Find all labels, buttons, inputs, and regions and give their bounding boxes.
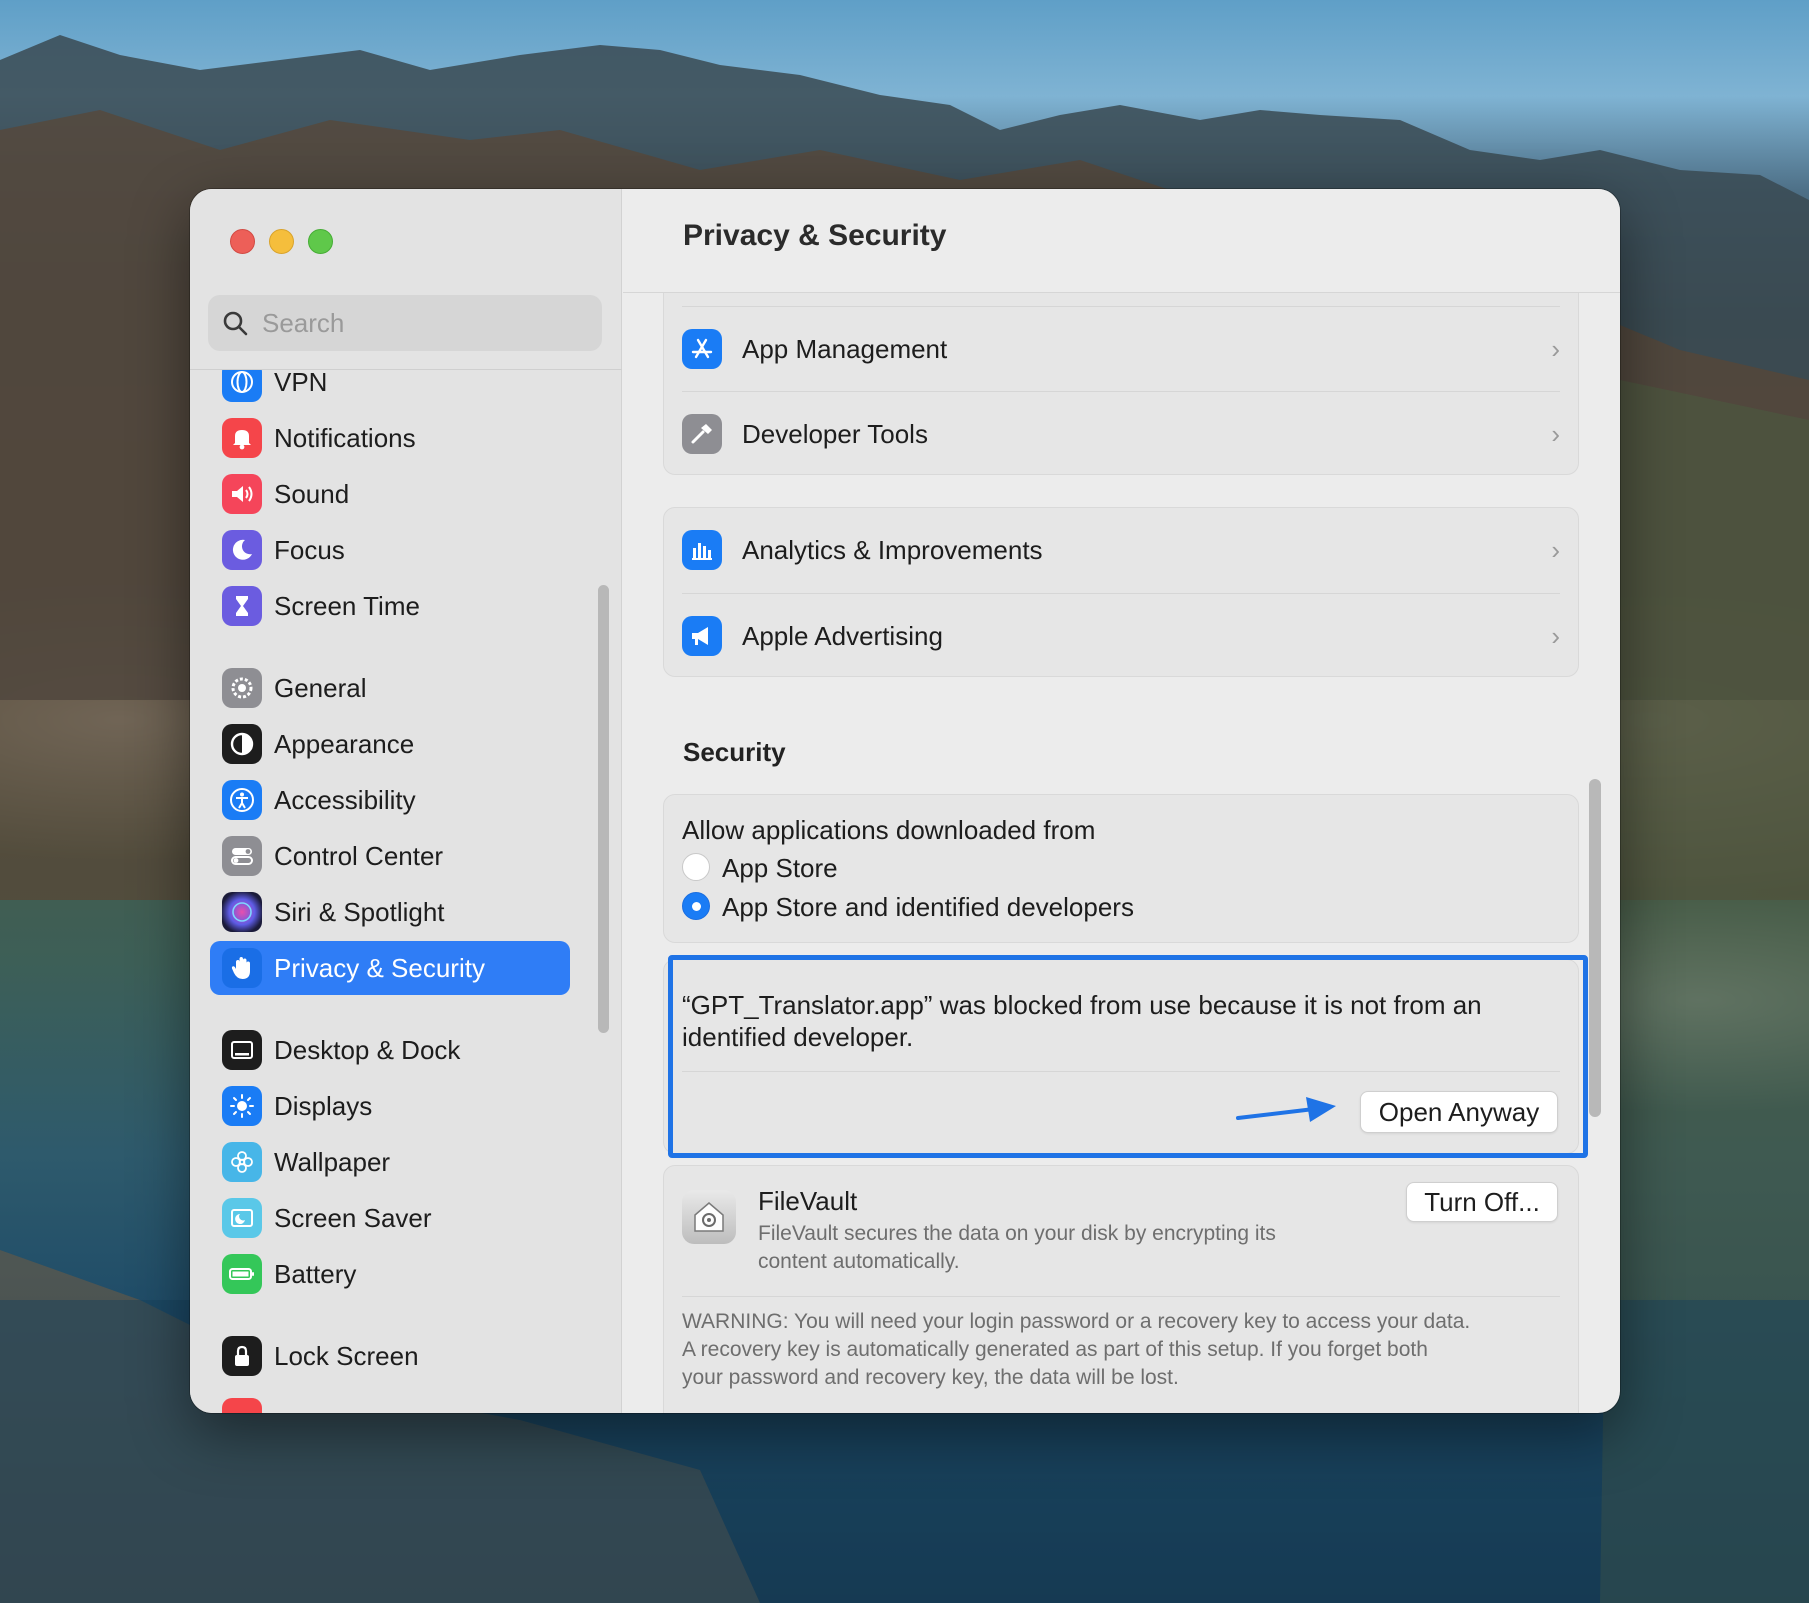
sidebar: Search VPN Notifications Sound Focus Scr… <box>190 189 622 1413</box>
row-apple-advertising[interactable]: Apple Advertising › <box>664 594 1578 678</box>
megaphone-icon <box>682 616 722 656</box>
search-icon <box>223 311 248 336</box>
gear-icon <box>222 668 262 708</box>
search-field[interactable]: Search <box>208 295 602 351</box>
sidebar-item-screen-time[interactable]: Screen Time <box>210 579 570 633</box>
chevron-right-icon: › <box>1551 534 1560 565</box>
content-pane: Privacy & Security App Management › Deve… <box>623 189 1620 1413</box>
sidebar-item-displays[interactable]: Displays <box>210 1079 570 1133</box>
filevault-desc-line2: content automatically. <box>758 1250 960 1273</box>
warning-line2: A recovery key is automatically generate… <box>682 1338 1428 1361</box>
speaker-icon <box>222 474 262 514</box>
row-analytics[interactable]: Analytics & Improvements › <box>664 508 1578 592</box>
lock-icon <box>222 1336 262 1376</box>
settings-window: Search VPN Notifications Sound Focus Scr… <box>190 189 1620 1413</box>
radio-button[interactable] <box>682 853 710 881</box>
divider <box>682 1296 1560 1297</box>
traffic-lights <box>230 229 333 254</box>
app-store-icon <box>682 329 722 369</box>
filevault-title: FileVault <box>758 1186 858 1216</box>
content-scrollbar[interactable] <box>1589 779 1601 1117</box>
divider <box>190 369 622 370</box>
highlight-box <box>668 955 1588 1158</box>
content-header: Privacy & Security <box>623 189 1620 293</box>
allow-label: Allow applications downloaded from <box>682 815 1096 845</box>
sidebar-item-control-center[interactable]: Control Center <box>210 829 570 883</box>
sidebar-item-siri[interactable]: Siri & Spotlight <box>210 885 570 939</box>
allow-apps-card: Allow applications downloaded from App S… <box>663 794 1579 943</box>
flower-icon <box>222 1142 262 1182</box>
minimize-button[interactable] <box>269 229 294 254</box>
sidebar-item-desktop-dock[interactable]: Desktop & Dock <box>210 1023 570 1077</box>
chevron-right-icon: › <box>1551 620 1560 651</box>
sidebar-item-general[interactable]: General <box>210 661 570 715</box>
chevron-right-icon: › <box>1551 333 1560 364</box>
page-title: Privacy & Security <box>683 219 947 252</box>
sidebar-item-privacy-security[interactable]: Privacy & Security <box>210 941 570 995</box>
chevron-right-icon: › <box>1551 418 1560 449</box>
sidebar-scrollbar[interactable] <box>598 585 609 1033</box>
sidebar-item-appearance[interactable]: Appearance <box>210 717 570 771</box>
search-placeholder: Search <box>262 307 345 338</box>
sidebar-item-notifications[interactable]: Notifications <box>210 411 570 465</box>
warning-line3: your password and recovery key, the data… <box>682 1366 1179 1389</box>
accessibility-icon <box>222 780 262 820</box>
row-app-management[interactable]: App Management › <box>664 307 1578 391</box>
toggles-icon <box>222 836 262 876</box>
security-heading: Security <box>683 737 786 767</box>
siri-icon <box>222 892 262 932</box>
sidebar-item-accessibility[interactable]: Accessibility <box>210 773 570 827</box>
hand-icon <box>222 948 262 988</box>
sidebar-item-lock-screen[interactable]: Lock Screen <box>210 1329 570 1383</box>
hammer-icon <box>682 414 722 454</box>
turn-off-button[interactable]: Turn Off... <box>1406 1182 1558 1222</box>
zoom-button[interactable] <box>308 229 333 254</box>
globe-icon <box>222 369 262 402</box>
chart-icon <box>682 530 722 570</box>
row-developer-tools[interactable]: Developer Tools › <box>664 392 1578 476</box>
privacy-group-2: Analytics & Improvements › Apple Adverti… <box>663 507 1579 677</box>
close-button[interactable] <box>230 229 255 254</box>
sidebar-item-partial[interactable] <box>210 1391 570 1413</box>
sidebar-list: VPN Notifications Sound Focus Screen Tim… <box>190 369 622 1413</box>
sun-icon <box>222 1086 262 1126</box>
sidebar-item-focus[interactable]: Focus <box>210 523 570 577</box>
filevault-desc-line1: FileVault secures the data on your disk … <box>758 1222 1276 1245</box>
house-safe-icon <box>682 1190 736 1244</box>
sidebar-item-vpn[interactable]: VPN <box>210 369 570 409</box>
sidebar-item-battery[interactable]: Battery <box>210 1247 570 1301</box>
hourglass-icon <box>222 586 262 626</box>
battery-icon <box>222 1254 262 1294</box>
sidebar-item-screen-saver[interactable]: Screen Saver <box>210 1191 570 1245</box>
moon-icon <box>222 530 262 570</box>
warning-line1: WARNING: You will need your login passwo… <box>682 1310 1471 1333</box>
bell-icon <box>222 418 262 458</box>
partial-icon <box>222 1398 262 1413</box>
filevault-card: FileVault FileVault secures the data on … <box>663 1165 1579 1413</box>
radio-button-selected[interactable] <box>682 892 710 920</box>
appearance-icon <box>222 724 262 764</box>
sidebar-item-sound[interactable]: Sound <box>210 467 570 521</box>
sidebar-item-wallpaper[interactable]: Wallpaper <box>210 1135 570 1189</box>
screensaver-icon <box>222 1198 262 1238</box>
privacy-group-1: App Management › Developer Tools › <box>663 279 1579 475</box>
dock-icon <box>222 1030 262 1070</box>
